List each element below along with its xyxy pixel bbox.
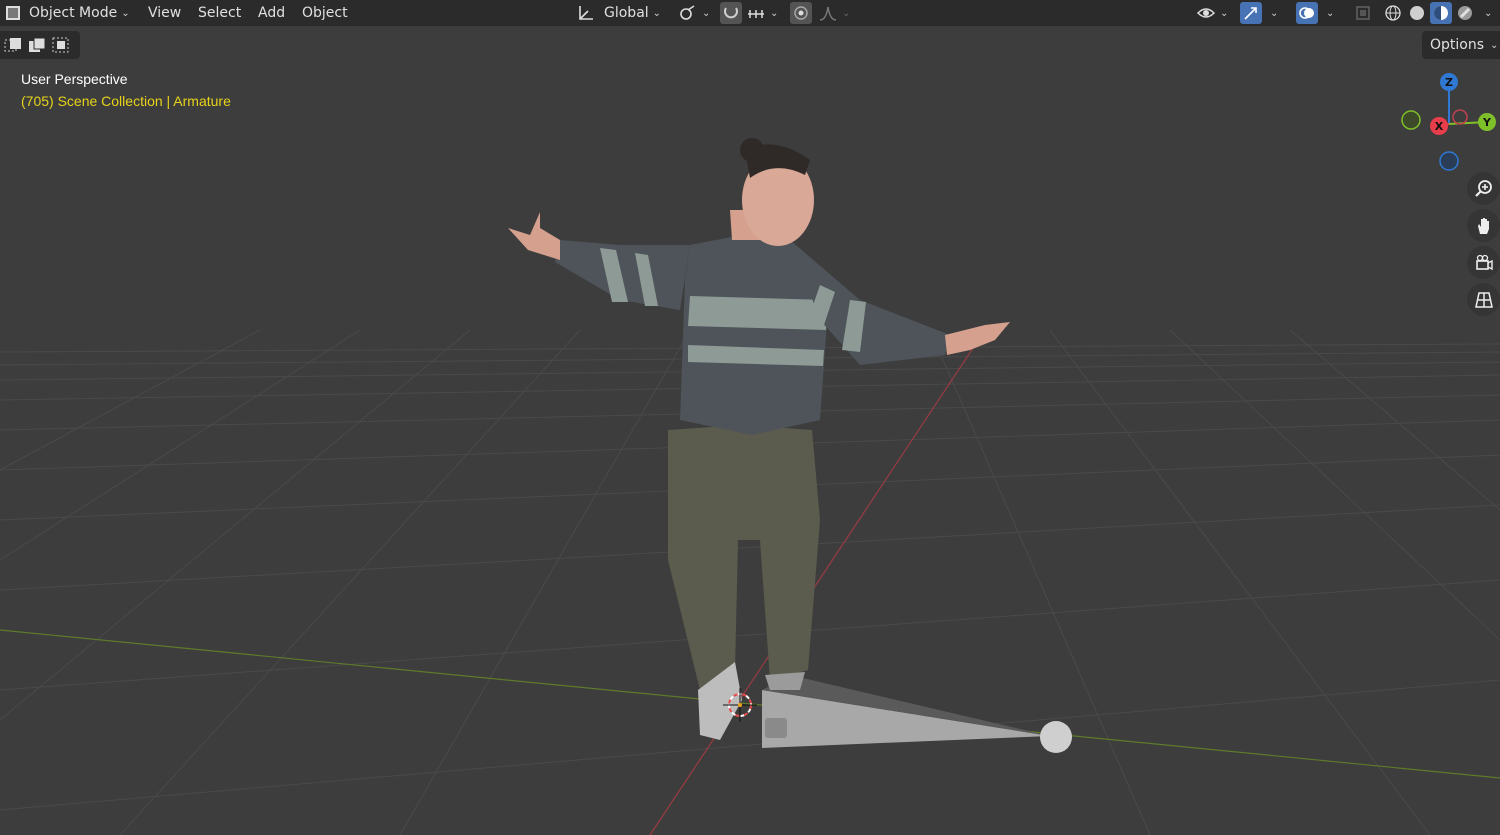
view-name-label: User Perspective bbox=[21, 71, 128, 87]
transform-orientation-icon bbox=[579, 6, 593, 20]
falloff-dropdown[interactable]: ⌄ bbox=[818, 2, 850, 24]
proportional-edit-toggle[interactable] bbox=[790, 2, 812, 24]
select-subtract-icon bbox=[52, 37, 69, 53]
shading-rendered[interactable] bbox=[1454, 2, 1476, 24]
chevron-down-icon: ⌄ bbox=[1490, 39, 1499, 51]
overlays-dropdown[interactable]: ⌄ bbox=[1322, 2, 1334, 24]
pivot-link-icon bbox=[680, 5, 695, 20]
chevron-down-icon: ⌄ bbox=[842, 7, 851, 19]
x-axis-handle[interactable]: X bbox=[1430, 117, 1448, 135]
shading-dropdown[interactable]: ⌄ bbox=[1480, 2, 1492, 24]
shading-material[interactable] bbox=[1430, 2, 1452, 24]
neg-z-handle[interactable] bbox=[1439, 151, 1459, 171]
material-sphere-icon bbox=[1434, 6, 1448, 20]
3d-viewport[interactable]: Object Mode ⌄ View Select Add Object Glo… bbox=[0, 0, 1500, 835]
y-label: Y bbox=[1482, 116, 1492, 129]
object-mode-icon bbox=[6, 6, 20, 20]
neg-y-handle[interactable] bbox=[1401, 110, 1421, 130]
menu-view[interactable]: View bbox=[142, 2, 187, 24]
select-extend-icon bbox=[29, 37, 46, 52]
chevron-down-icon: ⌄ bbox=[1220, 7, 1229, 19]
wireframe-sphere-icon bbox=[1385, 5, 1401, 21]
options-label: Options bbox=[1430, 37, 1485, 53]
pan-hand-icon bbox=[1477, 217, 1489, 234]
chevron-down-icon: ⌄ bbox=[1270, 7, 1279, 19]
proportional-edit-icon bbox=[794, 6, 808, 20]
mode-label: Object Mode bbox=[29, 5, 118, 21]
menu-add[interactable]: Add bbox=[252, 2, 291, 24]
camera-frustum bbox=[762, 690, 1050, 748]
select-new-icon bbox=[4, 38, 21, 52]
selection-mode-toolbar bbox=[0, 31, 80, 59]
zoom-icon bbox=[1474, 179, 1492, 197]
xray-toggle[interactable] bbox=[1352, 2, 1374, 24]
separator: | bbox=[166, 93, 171, 109]
gizmo-icon bbox=[1244, 7, 1257, 20]
orientation-dropdown[interactable]: Global ⌄ bbox=[572, 2, 666, 24]
navigation-gizmo[interactable]: Z Y X bbox=[1398, 68, 1500, 178]
select-subtract-button[interactable] bbox=[50, 34, 72, 56]
camera-view-button[interactable] bbox=[1467, 246, 1500, 279]
menu-select[interactable]: Select bbox=[192, 2, 247, 24]
select-new-button[interactable] bbox=[2, 34, 24, 56]
magnet-icon bbox=[724, 7, 738, 19]
select-extend-button[interactable] bbox=[26, 34, 48, 56]
menu-object[interactable]: Object bbox=[296, 2, 354, 24]
options-dropdown[interactable]: Options ⌄ bbox=[1422, 31, 1500, 59]
visibility-dropdown[interactable]: ⌄ bbox=[1196, 2, 1228, 24]
light-sphere bbox=[1040, 721, 1072, 753]
viewport-header: Object Mode ⌄ View Select Add Object Glo… bbox=[0, 0, 1500, 26]
frame-number: (705) bbox=[21, 93, 54, 109]
shading-solid[interactable] bbox=[1406, 2, 1428, 24]
eye-icon bbox=[1196, 8, 1216, 18]
chevron-down-icon: ⌄ bbox=[1326, 7, 1335, 19]
camera-view-icon bbox=[1475, 254, 1493, 270]
zoom-button[interactable] bbox=[1467, 172, 1500, 205]
chevron-down-icon: ⌄ bbox=[770, 7, 779, 19]
falloff-curve-icon bbox=[819, 6, 837, 21]
mode-dropdown[interactable]: Object Mode ⌄ bbox=[2, 2, 134, 24]
ortho-grid-icon bbox=[1474, 291, 1493, 308]
gizmo-toggle[interactable] bbox=[1240, 2, 1262, 24]
pan-button[interactable] bbox=[1467, 209, 1500, 242]
rendered-sphere-icon bbox=[1458, 6, 1472, 20]
active-object-name: Armature bbox=[173, 93, 231, 109]
snap-toggle[interactable] bbox=[720, 2, 742, 24]
collection-name: Scene Collection bbox=[57, 93, 163, 109]
overlays-toggle[interactable] bbox=[1296, 2, 1318, 24]
ortho-toggle-button[interactable] bbox=[1467, 283, 1500, 316]
collection-info: (705) Scene Collection | Armature bbox=[21, 93, 231, 109]
snap-increment-icon bbox=[748, 10, 764, 18]
chevron-down-icon: ⌄ bbox=[1484, 7, 1493, 19]
z-axis-handle[interactable]: Z bbox=[1440, 73, 1458, 91]
chevron-down-icon: ⌄ bbox=[652, 7, 662, 19]
chevron-down-icon: ⌄ bbox=[121, 7, 130, 19]
camera-body bbox=[765, 718, 787, 738]
scene-render bbox=[0, 138, 1500, 835]
shading-wireframe[interactable] bbox=[1382, 2, 1404, 24]
snap-target-dropdown[interactable]: ⌄ bbox=[746, 2, 778, 24]
y-axis-handle[interactable]: Y bbox=[1478, 113, 1496, 131]
overlays-icon bbox=[1299, 7, 1314, 19]
chevron-down-icon: ⌄ bbox=[702, 7, 711, 19]
z-label: Z bbox=[1445, 76, 1453, 89]
xray-icon bbox=[1356, 6, 1370, 20]
solid-sphere-icon bbox=[1410, 6, 1424, 20]
pivot-point-dropdown[interactable]: ⌄ bbox=[678, 2, 710, 24]
orientation-label: Global bbox=[604, 5, 649, 21]
neg-x-handle[interactable] bbox=[1452, 109, 1468, 125]
gizmo-dropdown[interactable]: ⌄ bbox=[1266, 2, 1278, 24]
x-label: X bbox=[1435, 120, 1444, 133]
